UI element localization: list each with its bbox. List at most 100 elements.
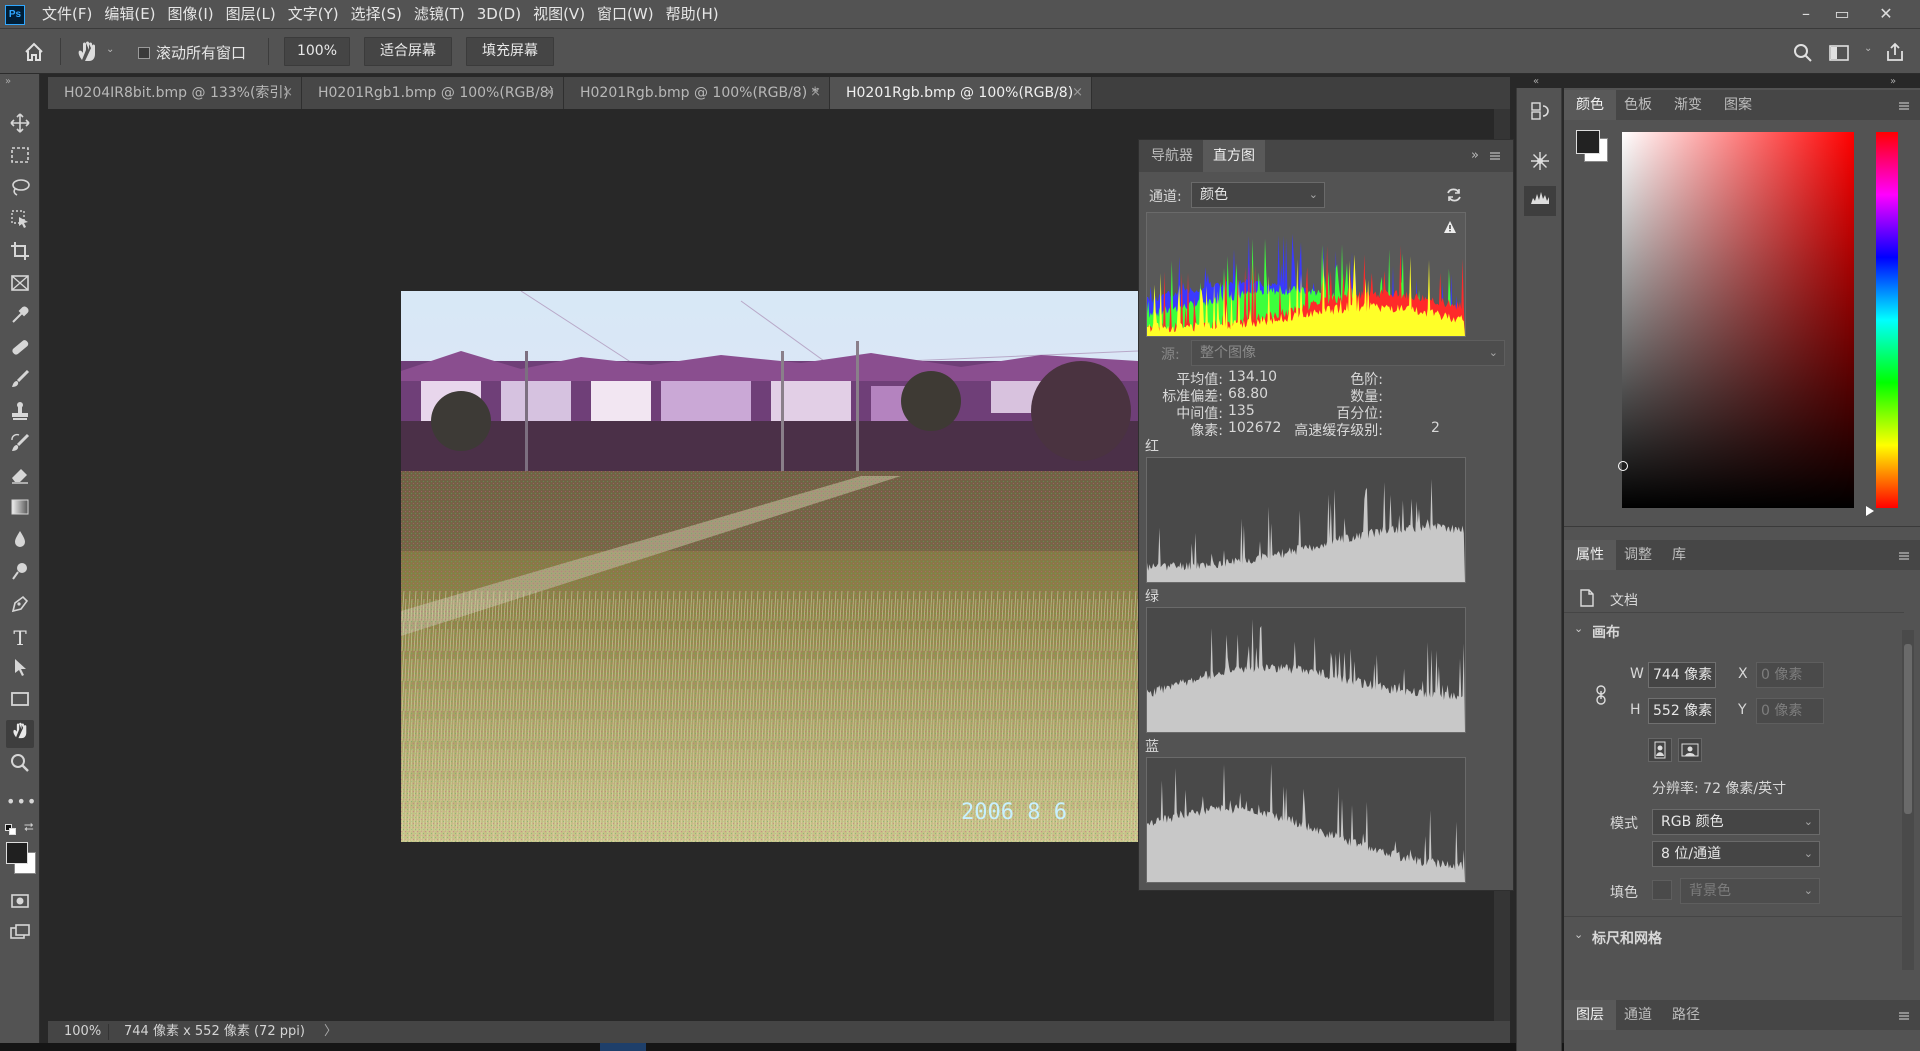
tab-properties[interactable]: 属性 [1564, 540, 1616, 570]
default-colors-icon[interactable] [5, 824, 17, 836]
y-field[interactable]: 0 像素 [1756, 698, 1824, 724]
menu-help[interactable]: 帮助(H) [660, 0, 725, 29]
tab-libraries[interactable]: 库 [1660, 540, 1698, 570]
bit-depth-select[interactable]: 8 位/通道 ⌄ [1652, 841, 1820, 867]
lasso-tool-icon[interactable] [6, 176, 34, 204]
tab-channels[interactable]: 通道 [1612, 1000, 1664, 1030]
zoom-tool-icon[interactable] [6, 752, 34, 780]
menu-select[interactable]: 选择(S) [345, 0, 408, 29]
tab-h0201rgb-modified[interactable]: H0201Rgb.bmp @ 100%(RGB/8) * × [564, 77, 830, 109]
menu-edit[interactable]: 编辑(E) [98, 0, 161, 29]
frame-tool-icon[interactable] [6, 272, 34, 300]
history-panel-icon[interactable] [1524, 100, 1556, 130]
tab-layers[interactable]: 图层 [1564, 1000, 1616, 1030]
strip-collapse-icon[interactable]: « [1533, 76, 1539, 87]
menu-layer[interactable]: 图层(L) [220, 0, 282, 29]
tab-h0204ir8bit[interactable]: H0204IR8bit.bmp @ 133%(索引) × [48, 77, 302, 109]
move-tool-icon[interactable] [6, 112, 34, 140]
fit-screen-button[interactable]: 适合屏幕 [364, 37, 452, 66]
eraser-tool-icon[interactable] [6, 464, 34, 492]
swap-colors-icon[interactable]: ⮂ [24, 820, 34, 835]
object-select-tool-icon[interactable] [6, 208, 34, 236]
color-picker-cursor[interactable] [1618, 461, 1628, 471]
foreground-color-swatch[interactable] [6, 842, 28, 864]
refresh-icon[interactable] [1445, 186, 1463, 204]
menu-filter[interactable]: 滤镜(T) [408, 0, 471, 29]
tab-navigator[interactable]: 导航器 [1141, 140, 1203, 172]
crop-tool-icon[interactable] [6, 240, 34, 268]
warning-icon[interactable] [1443, 219, 1457, 233]
minimize-button[interactable]: – [1788, 0, 1824, 28]
healing-brush-tool-icon[interactable] [6, 336, 34, 364]
rulers-section-chevron-icon[interactable]: ⌄ [1574, 928, 1583, 941]
hue-slider[interactable] [1876, 132, 1898, 508]
history-brush-tool-icon[interactable] [6, 432, 34, 460]
share-icon[interactable] [1884, 41, 1906, 63]
canvas-section-chevron-icon[interactable]: ⌄ [1574, 622, 1583, 635]
tab-paths[interactable]: 路径 [1660, 1000, 1712, 1030]
gradient-tool-icon[interactable] [6, 496, 34, 524]
menu-type[interactable]: 文字(Y) [282, 0, 345, 29]
tab-close-icon[interactable]: × [810, 77, 821, 109]
document-image[interactable]: 2006 8 6 [401, 291, 1138, 842]
eyedropper-tool-icon[interactable] [6, 304, 34, 332]
menu-window[interactable]: 窗口(W) [591, 0, 660, 29]
layers-menu-icon[interactable] [1898, 1008, 1910, 1022]
menu-3d[interactable]: 3D(D) [471, 0, 527, 29]
rulers-section-title[interactable]: 标尺和网格 [1592, 928, 1662, 948]
tab-close-icon[interactable]: × [282, 77, 293, 109]
tab-h0201rgb1[interactable]: H0201Rgb1.bmp @ 100%(RGB/8) × [302, 77, 564, 109]
restore-button[interactable]: ▭ [1824, 0, 1860, 28]
tab-close-icon[interactable]: × [1072, 77, 1083, 109]
panel-collapse-icon[interactable]: » [1471, 148, 1479, 163]
scroll-all-windows-checkbox[interactable]: 滚动所有窗口 [138, 42, 246, 63]
workspace-icon[interactable] [1828, 43, 1850, 63]
tab-swatches[interactable]: 色板 [1612, 90, 1664, 120]
checkbox-box[interactable] [138, 47, 150, 59]
close-button[interactable]: ✕ [1868, 0, 1904, 28]
x-field[interactable]: 0 像素 [1756, 662, 1824, 688]
tool-preset-chevron-icon[interactable]: ⌄ [106, 44, 114, 55]
hue-slider-handle[interactable] [1866, 506, 1874, 516]
brush-tool-icon[interactable] [6, 368, 34, 396]
link-icon[interactable] [1594, 684, 1608, 706]
dock-collapse-icon[interactable]: » [1890, 76, 1896, 87]
more-tools-icon[interactable]: ••• [6, 788, 36, 816]
color-saturation-field[interactable] [1618, 132, 1854, 508]
portrait-icon[interactable] [1648, 738, 1672, 762]
marquee-tool-icon[interactable] [6, 144, 34, 172]
menu-file[interactable]: 文件(F) [36, 0, 98, 29]
brush-settings-icon[interactable] [1524, 150, 1556, 180]
status-menu-arrow[interactable]: 〉 [324, 1021, 337, 1043]
landscape-icon[interactable] [1678, 738, 1702, 762]
color-panel-menu-icon[interactable] [1898, 98, 1910, 112]
tab-close-icon[interactable]: × [544, 77, 555, 109]
type-tool-icon[interactable]: T [6, 624, 34, 652]
home-icon[interactable] [20, 38, 48, 66]
tab-adjustments[interactable]: 调整 [1612, 540, 1664, 570]
stamp-tool-icon[interactable] [6, 400, 34, 428]
toolbar-collapse-icon[interactable]: » [5, 76, 11, 87]
properties-scrollbar[interactable] [1902, 630, 1914, 970]
properties-menu-icon[interactable] [1898, 548, 1910, 562]
workspace-chevron-icon[interactable]: ⌄ [1864, 43, 1872, 54]
height-field[interactable]: 552 像素 [1648, 698, 1716, 724]
fill-screen-button[interactable]: 填充屏幕 [466, 37, 554, 66]
histogram-panel-icon[interactable] [1524, 186, 1556, 216]
canvas-section-title[interactable]: 画布 [1592, 622, 1620, 642]
status-zoom[interactable]: 100% [64, 1021, 101, 1043]
channel-select[interactable]: 颜色 ⌄ [1191, 182, 1325, 208]
hand-tool-active-icon[interactable] [6, 720, 34, 748]
rectangle-tool-icon[interactable] [6, 688, 34, 716]
tab-patterns[interactable]: 图案 [1712, 90, 1764, 120]
width-field[interactable]: 744 像素 [1648, 662, 1716, 688]
panel-menu-icon[interactable] [1489, 148, 1501, 162]
menu-image[interactable]: 图像(I) [162, 0, 220, 29]
menu-view[interactable]: 视图(V) [527, 0, 591, 29]
search-icon[interactable] [1792, 42, 1814, 64]
tab-histogram[interactable]: 直方图 [1203, 140, 1265, 172]
pen-tool-icon[interactable] [6, 592, 34, 620]
tab-gradients[interactable]: 渐变 [1662, 90, 1714, 120]
quick-mask-icon[interactable] [6, 890, 34, 918]
screen-mode-icon[interactable] [6, 922, 34, 950]
